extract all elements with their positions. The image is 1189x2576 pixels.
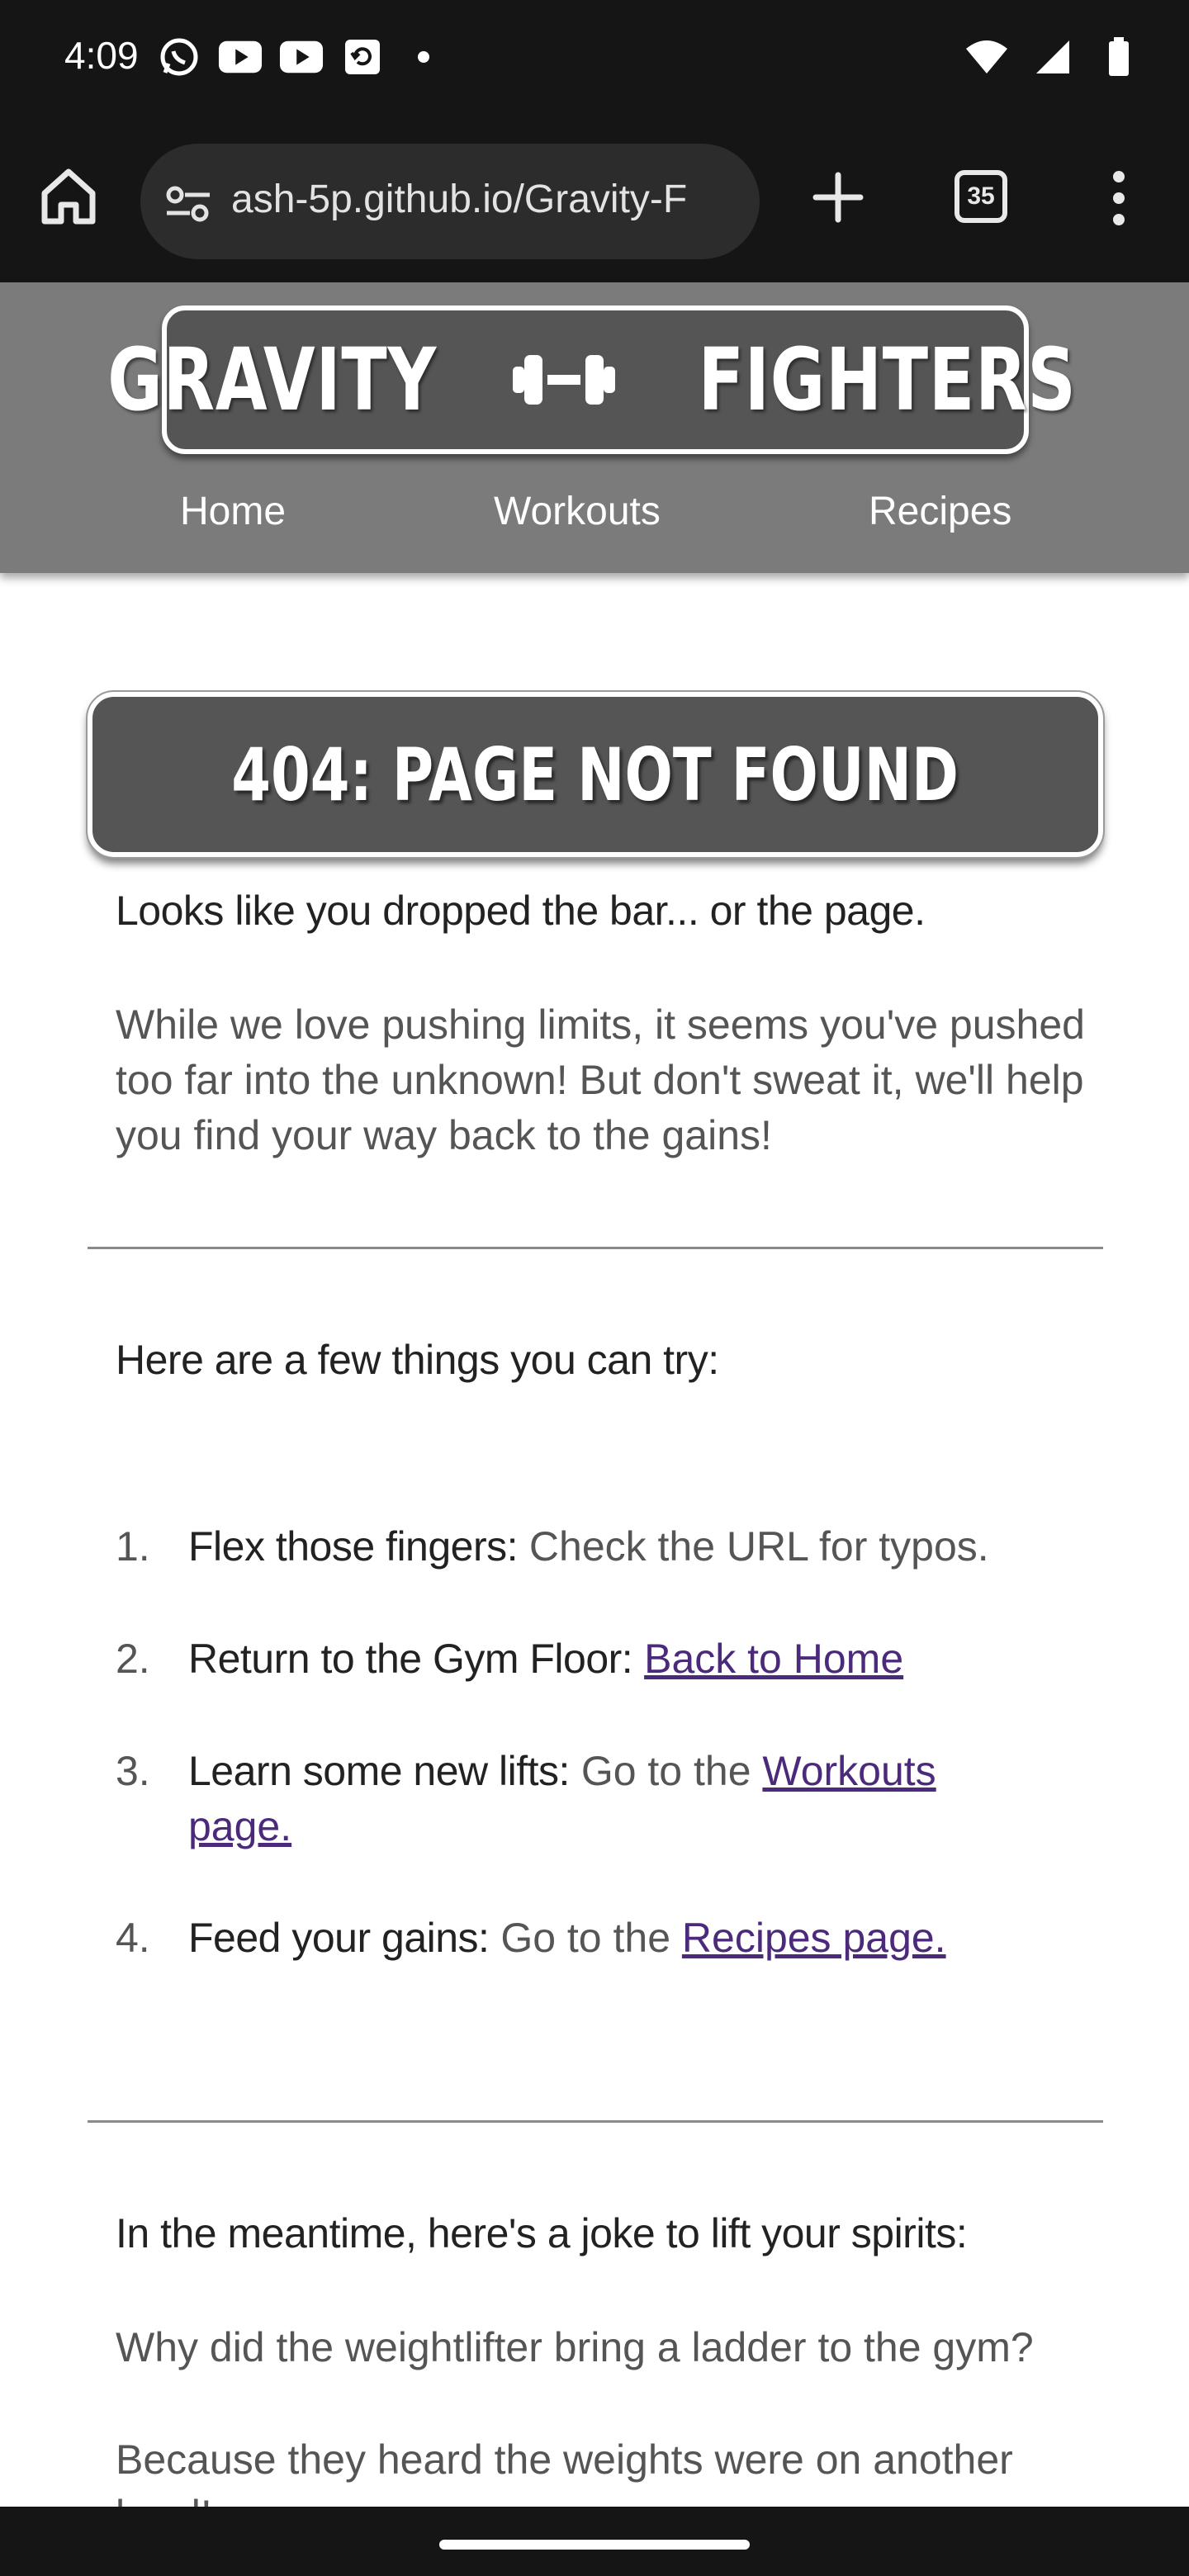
url-text: ash-5p.github.io/Gravity-F bbox=[231, 178, 688, 221]
list-number: 4. bbox=[116, 1915, 150, 1961]
new-tab-icon[interactable] bbox=[809, 168, 867, 226]
joke-question: Why did the weightlifter bring a ladder … bbox=[116, 2324, 1034, 2370]
signal-icon bbox=[1030, 36, 1075, 78]
gesture-handle[interactable] bbox=[439, 2540, 750, 2550]
browser-toolbar: ash-5p.github.io/Gravity-F 35 bbox=[0, 119, 1189, 282]
logo-text-left: GRAVITY bbox=[107, 329, 437, 430]
site-settings-icon[interactable] bbox=[162, 177, 215, 230]
back-to-home-link[interactable]: Back to Home bbox=[644, 1636, 903, 1682]
nav-home-link[interactable]: Home bbox=[180, 489, 286, 534]
screen-share-icon bbox=[340, 36, 385, 78]
list-number: 1. bbox=[116, 1523, 150, 1570]
list-detail bbox=[632, 1636, 644, 1682]
recipes-page-link[interactable]: Recipes page. bbox=[682, 1915, 946, 1961]
notification-icons bbox=[157, 36, 446, 78]
site-logo[interactable]: GRAVITY FIGHTERS bbox=[107, 305, 1076, 454]
try-heading: Here are a few things you can try: bbox=[116, 1337, 719, 1383]
dumbbell-icon bbox=[506, 339, 622, 421]
more-menu-icon[interactable] bbox=[1098, 165, 1139, 231]
error-subheading: Looks like you dropped the bar... or the… bbox=[116, 888, 926, 934]
site-header: GRAVITY FIGHTERS Home Workouts Recipes bbox=[0, 282, 1189, 573]
list-text: Flex those fingers: Check the URL for ty… bbox=[188, 1519, 1022, 1574]
nav-workouts-link[interactable]: Workouts bbox=[494, 489, 661, 534]
dot-icon bbox=[401, 36, 446, 78]
list-bold-label: Flex those fingers: bbox=[188, 1523, 519, 1570]
system-icons bbox=[964, 36, 1141, 78]
list-bold-label: Feed your gains: bbox=[188, 1915, 490, 1961]
divider bbox=[88, 2120, 1103, 2123]
wifi-icon bbox=[964, 36, 1009, 78]
list-text: Feed your gains: Go to the Recipes page. bbox=[188, 1911, 1022, 1966]
error-title-box: 404: PAGE NOT FOUND bbox=[86, 690, 1105, 859]
list-bold-label: Learn some new lifts: bbox=[188, 1748, 570, 1794]
battery-icon bbox=[1097, 36, 1141, 78]
site-nav: Home Workouts Recipes bbox=[0, 489, 1189, 555]
status-bar: 4:09 bbox=[0, 0, 1189, 119]
list-bold-label: Return to the Gym Floor: bbox=[188, 1636, 633, 1682]
page-title: 404: PAGE NOT FOUND bbox=[231, 732, 959, 817]
navigation-gesture-bar bbox=[0, 2507, 1189, 2576]
list-text: Learn some new lifts: Go to the Workouts… bbox=[188, 1744, 1014, 1854]
tab-switcher-button[interactable]: 35 bbox=[955, 170, 1007, 223]
nav-recipes-link[interactable]: Recipes bbox=[869, 489, 1011, 534]
youtube-icon bbox=[279, 36, 324, 78]
address-bar[interactable]: ash-5p.github.io/Gravity-F bbox=[140, 144, 760, 259]
list-number: 2. bbox=[116, 1636, 150, 1682]
home-icon[interactable] bbox=[36, 163, 101, 228]
whatsapp-icon bbox=[157, 36, 201, 78]
logo-text-right: FIGHTERS bbox=[698, 329, 1077, 430]
status-time: 4:09 bbox=[64, 34, 139, 77]
list-detail: Go to the bbox=[569, 1748, 763, 1794]
list-detail: Check the URL for typos. bbox=[518, 1523, 989, 1570]
joke-heading: In the meantime, here's a joke to lift y… bbox=[116, 2210, 968, 2256]
list-text: Return to the Gym Floor: Back to Home bbox=[188, 1631, 1022, 1687]
intro-paragraph: While we love pushing limits, it seems y… bbox=[116, 1002, 1085, 1158]
youtube-icon bbox=[218, 36, 263, 78]
list-detail: Go to the bbox=[489, 1915, 682, 1961]
list-number: 3. bbox=[116, 1748, 150, 1794]
divider bbox=[88, 1247, 1103, 1249]
